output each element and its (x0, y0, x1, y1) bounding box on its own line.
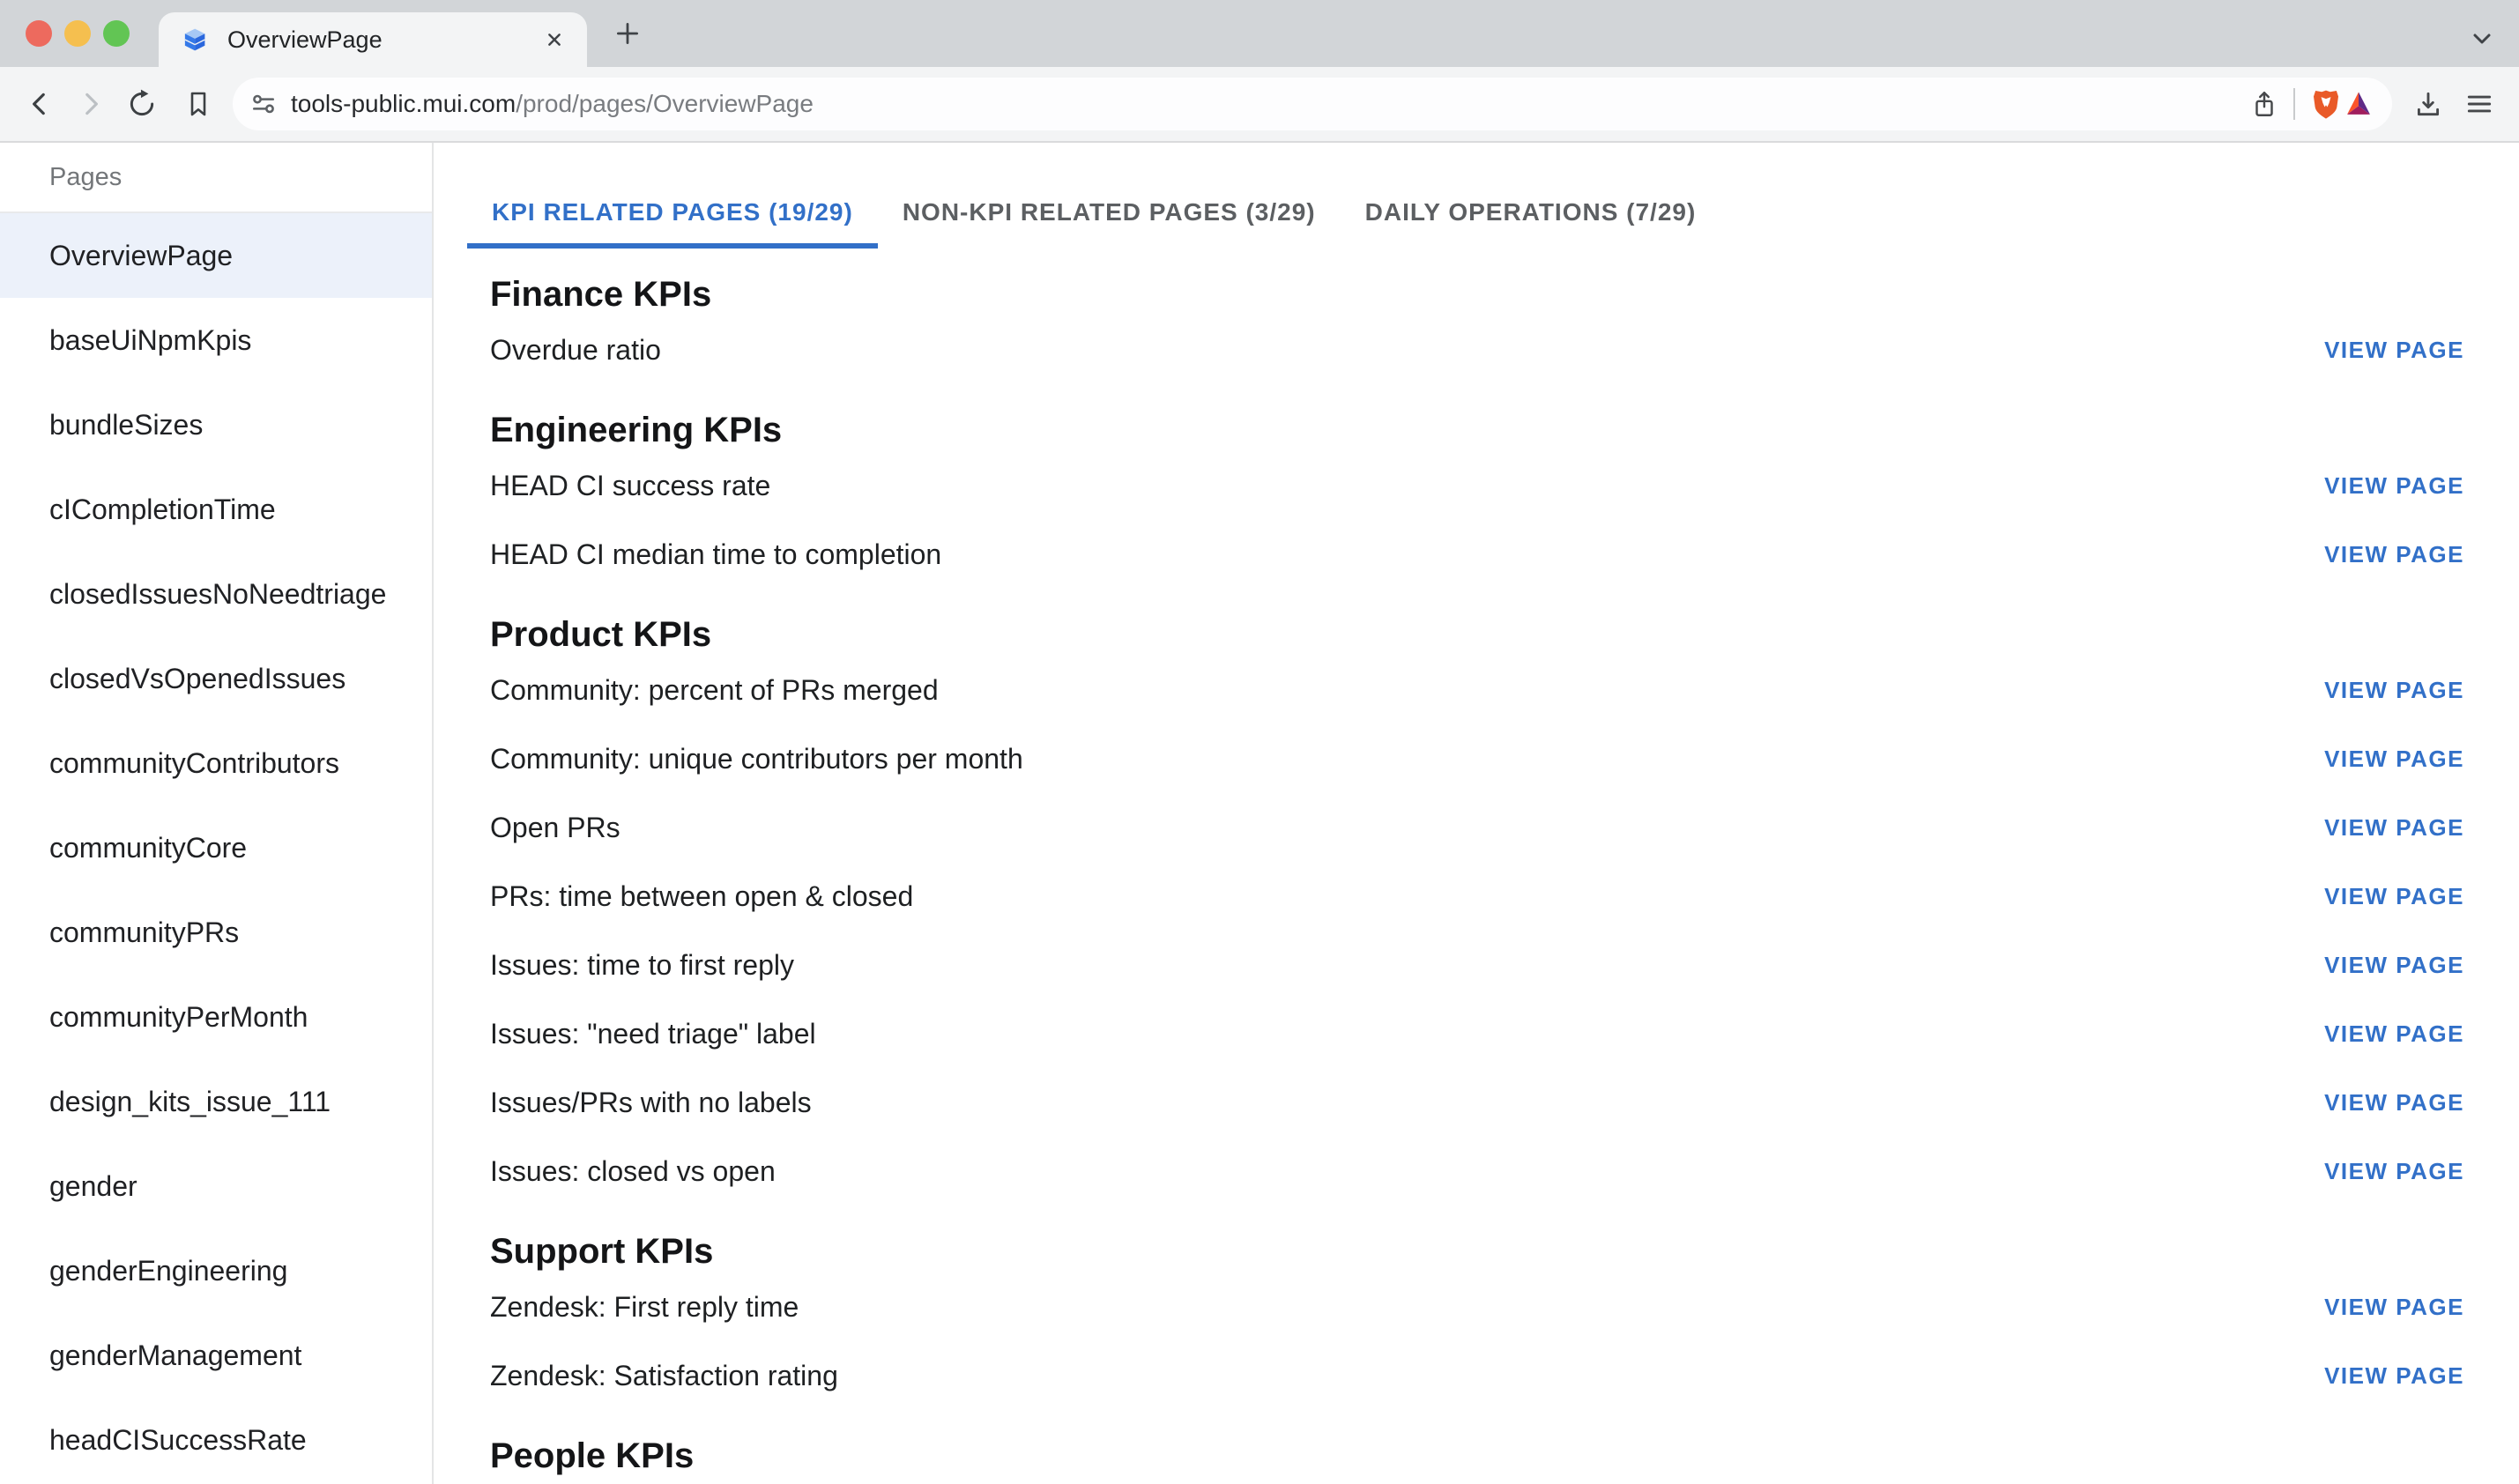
kpi-row: Open PRs VIEW PAGE (490, 793, 2464, 862)
tab-non-kpi-related-pages-3-29-[interactable]: NON-KPI RELATED PAGES (3/29) (878, 176, 1341, 249)
tab-kpi-related-pages-19-29-[interactable]: KPI RELATED PAGES (19/29) (467, 176, 878, 249)
kpi-row: HEAD CI median time to completion VIEW P… (490, 520, 2464, 589)
view-page-button[interactable]: VIEW PAGE (2312, 1012, 2477, 1057)
mui-favicon-icon (178, 24, 210, 56)
forward-button[interactable] (65, 78, 116, 130)
sidebar-header: Pages (0, 143, 432, 211)
pages-sidebar: Pages OverviewPagebaseUiNpmKpisbundleSiz… (0, 143, 434, 1484)
kpi-row: Issues: closed vs open VIEW PAGE (490, 1137, 2464, 1206)
menu-icon[interactable] (2454, 78, 2505, 130)
tab-daily-operations-7-29-[interactable]: DAILY OPERATIONS (7/29) (1341, 176, 1721, 249)
kpi-label: HEAD CI success rate (490, 470, 770, 502)
view-page-button[interactable]: VIEW PAGE (2312, 943, 2477, 988)
kpi-row: PRs: time between open & closed VIEW PAG… (490, 862, 2464, 931)
sidebar-item-communityContributors[interactable]: communityContributors (0, 721, 432, 805)
view-page-button[interactable]: VIEW PAGE (2312, 464, 2477, 508)
tab-title: OverviewPage (227, 26, 541, 54)
kpi-label: Issues: closed vs open (490, 1155, 776, 1188)
browser-toolbar: tools-public.mui.com/prod/pages/Overview… (0, 67, 2519, 143)
sidebar-item-baseUiNpmKpis[interactable]: baseUiNpmKpis (0, 298, 432, 382)
zoom-window-button[interactable] (103, 20, 130, 47)
toolbar-divider (2293, 88, 2295, 120)
sidebar-item-gender[interactable]: gender (0, 1144, 432, 1228)
url-domain: tools-public.mui.com (291, 90, 516, 117)
sidebar-list: OverviewPagebaseUiNpmKpisbundleSizescICo… (0, 213, 432, 1482)
sidebar-item-OverviewPage[interactable]: OverviewPage (0, 213, 432, 298)
sidebar-item-closedVsOpenedIssues[interactable]: closedVsOpenedIssues (0, 636, 432, 721)
new-tab-button[interactable] (603, 9, 652, 58)
sidebar-item-communityPRs[interactable]: communityPRs (0, 890, 432, 975)
sidebar-item-design_kits_issue_111[interactable]: design_kits_issue_111 (0, 1059, 432, 1144)
section-title: Engineering KPIs (490, 409, 2464, 451)
kpi-row: HEAD CI success rate VIEW PAGE (490, 451, 2464, 520)
sidebar-item-bundleSizes[interactable]: bundleSizes (0, 382, 432, 467)
sidebar-item-communityCore[interactable]: communityCore (0, 805, 432, 890)
traffic-lights (26, 20, 130, 47)
kpi-row: Overdue ratio VIEW PAGE (490, 315, 2464, 384)
browser-tab[interactable]: OverviewPage (159, 12, 587, 67)
view-page-button[interactable]: VIEW PAGE (2312, 1354, 2477, 1399)
kpi-label: Issues: "need triage" label (490, 1018, 816, 1050)
close-window-button[interactable] (26, 20, 52, 47)
tab-search-chevron-icon[interactable] (2466, 23, 2498, 55)
page-content: Pages OverviewPagebaseUiNpmKpisbundleSiz… (0, 143, 2519, 1484)
kpi-label: Open PRs (490, 812, 620, 844)
kpi-label: Issues/PRs with no labels (490, 1087, 812, 1119)
view-page-button[interactable]: VIEW PAGE (2312, 805, 2477, 850)
tab-close-icon[interactable] (541, 26, 568, 53)
bat-rewards-icon[interactable] (2343, 88, 2374, 120)
back-button[interactable] (14, 78, 65, 130)
kpi-label: Overdue ratio (490, 334, 661, 367)
kpi-label: Community: percent of PRs merged (490, 674, 939, 707)
main-panel: KPI RELATED PAGES (19/29)NON-KPI RELATED… (434, 143, 2519, 1484)
view-page-button[interactable]: VIEW PAGE (2312, 874, 2477, 919)
section-title: Support KPIs (490, 1230, 2464, 1273)
kpi-label: Community: unique contributors per month (490, 743, 1023, 775)
sidebar-item-headCISuccessRate[interactable]: headCISuccessRate (0, 1398, 432, 1482)
sidebar-item-cICompletionTime[interactable]: cICompletionTime (0, 467, 432, 552)
url-path: /prod/pages/OverviewPage (516, 90, 814, 117)
bookmark-icon[interactable] (173, 78, 224, 130)
content-tabs: KPI RELATED PAGES (19/29)NON-KPI RELATED… (467, 176, 2464, 249)
kpi-label: PRs: time between open & closed (490, 880, 913, 913)
sidebar-item-communityPerMonth[interactable]: communityPerMonth (0, 975, 432, 1059)
view-page-button[interactable]: VIEW PAGE (2312, 1080, 2477, 1125)
reload-button[interactable] (116, 78, 167, 130)
sidebar-item-genderManagement[interactable]: genderManagement (0, 1313, 432, 1398)
kpi-sections: Finance KPIs Overdue ratio VIEW PAGE Eng… (490, 273, 2464, 1477)
sidebar-item-genderEngineering[interactable]: genderEngineering (0, 1228, 432, 1313)
kpi-label: Issues: time to first reply (490, 949, 794, 982)
kpi-row: Zendesk: First reply time VIEW PAGE (490, 1273, 2464, 1341)
kpi-label: Zendesk: Satisfaction rating (490, 1360, 838, 1392)
section-title: Product KPIs (490, 613, 2464, 656)
url-text[interactable]: tools-public.mui.com/prod/pages/Overview… (291, 90, 2249, 118)
browser-window: OverviewPage (0, 0, 2519, 1484)
section-title: Finance KPIs (490, 273, 2464, 315)
share-icon[interactable] (2249, 89, 2279, 119)
site-settings-tune-icon[interactable] (250, 91, 277, 117)
kpi-row: Issues: time to first reply VIEW PAGE (490, 931, 2464, 999)
kpi-row: Zendesk: Satisfaction rating VIEW PAGE (490, 1341, 2464, 1410)
view-page-button[interactable]: VIEW PAGE (2312, 532, 2477, 577)
view-page-button[interactable]: VIEW PAGE (2312, 328, 2477, 373)
kpi-row: Community: unique contributors per month… (490, 724, 2464, 793)
view-page-button[interactable]: VIEW PAGE (2312, 1285, 2477, 1330)
sidebar-item-closedIssuesNoNeedtriage[interactable]: closedIssuesNoNeedtriage (0, 552, 432, 636)
browser-tab-bar: OverviewPage (0, 0, 2519, 67)
address-bar[interactable]: tools-public.mui.com/prod/pages/Overview… (233, 78, 2392, 130)
view-page-button[interactable]: VIEW PAGE (2312, 737, 2477, 782)
brave-shield-icon[interactable] (2309, 87, 2343, 121)
kpi-label: Zendesk: First reply time (490, 1291, 799, 1324)
section-title: People KPIs (490, 1435, 2464, 1477)
kpi-row: Community: percent of PRs merged VIEW PA… (490, 656, 2464, 724)
kpi-row: Issues: "need triage" label VIEW PAGE (490, 999, 2464, 1068)
view-page-button[interactable]: VIEW PAGE (2312, 668, 2477, 713)
view-page-button[interactable]: VIEW PAGE (2312, 1149, 2477, 1194)
minimize-window-button[interactable] (64, 20, 91, 47)
kpi-row: Issues/PRs with no labels VIEW PAGE (490, 1068, 2464, 1137)
download-button[interactable] (2403, 78, 2454, 130)
kpi-label: HEAD CI median time to completion (490, 538, 941, 571)
